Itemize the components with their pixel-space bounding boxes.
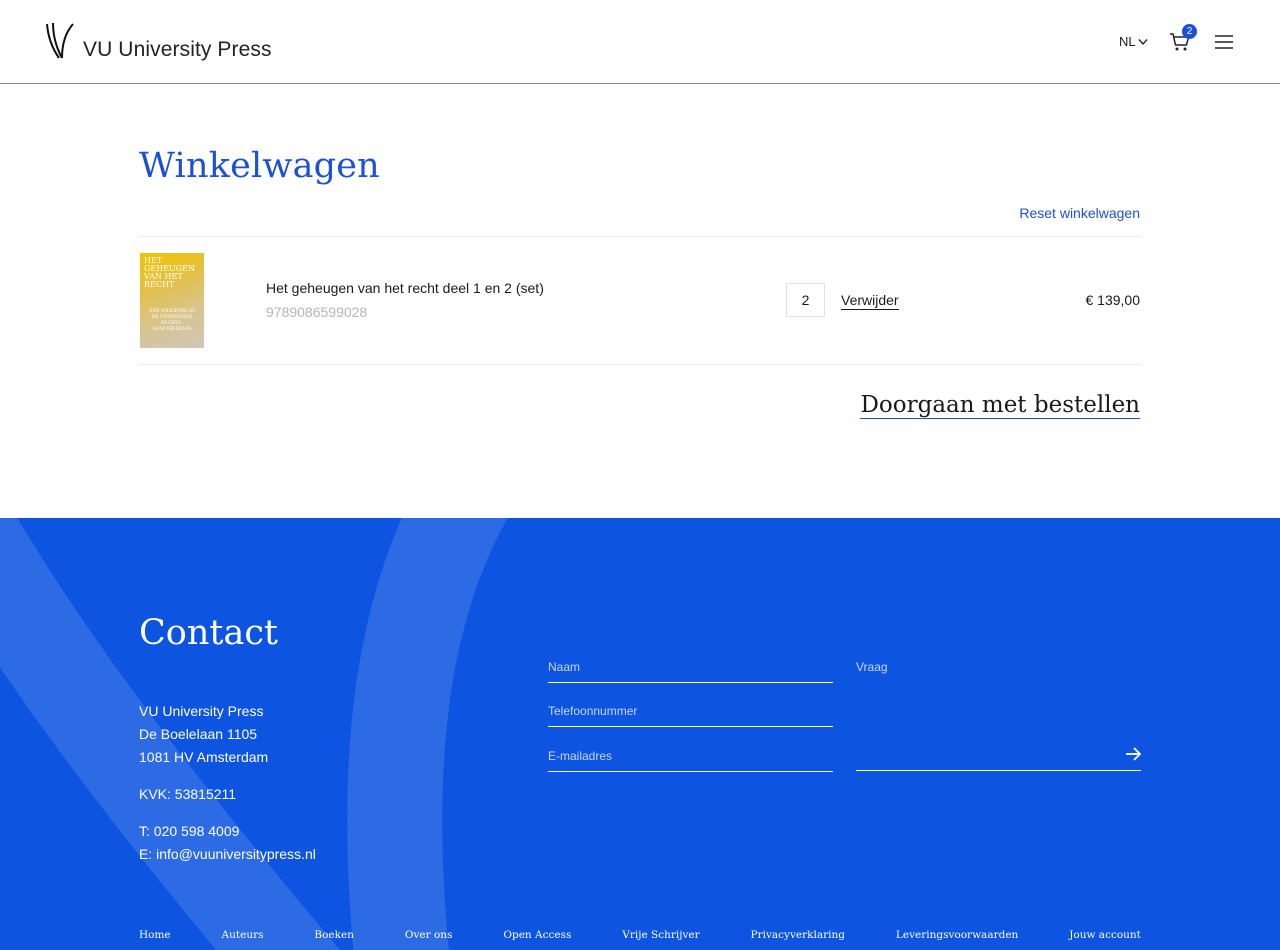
name-field[interactable]: Naam	[548, 658, 833, 683]
arrow-right-icon[interactable]	[1124, 745, 1142, 763]
footer-link-jouw-account[interactable]: Jouw account	[1069, 929, 1141, 941]
question-field[interactable]: Vraag	[856, 658, 1141, 771]
logo[interactable]: VU University Press	[44, 22, 272, 61]
logo-mark-icon	[46, 22, 74, 59]
item-title[interactable]: Het geheugen van het recht deel 1 en 2 (…	[266, 280, 544, 296]
page-title: Winkelwagen	[139, 146, 380, 186]
proceed-checkout-button[interactable]: Doorgaan met bestellen	[860, 392, 1140, 419]
book-cover[interactable]: HET GEHEUGEN VAN HET RECHT EEN INLEIDING…	[140, 253, 204, 348]
email-field[interactable]: E-mailadres	[548, 747, 833, 772]
question-field-placeholder: Vraag	[856, 660, 888, 674]
phone-number[interactable]: T: 020 598 4009	[139, 820, 316, 843]
footer-link-auteurs[interactable]: Auteurs	[222, 929, 264, 941]
email-address[interactable]: E: info@vuuniversitypress.nl	[139, 843, 316, 866]
footer-link-leveringsvoorwaarden[interactable]: Leveringsvoorwaarden	[896, 929, 1018, 941]
menu-icon[interactable]	[1214, 34, 1234, 50]
contact-details: T: 020 598 4009 E: info@vuuniversitypres…	[139, 820, 316, 866]
item-isbn: 9789086599028	[266, 304, 368, 320]
book-cover-subtitle: EEN INLEIDING IN DE UITWENDIGE RECHTS-GE…	[149, 309, 195, 332]
footer-link-home[interactable]: Home	[139, 929, 171, 941]
footer-link-privacyverklaring[interactable]: Privacyverklaring	[751, 929, 845, 941]
footer-link-boeken[interactable]: Boeken	[314, 929, 354, 941]
cart-count-badge: 2	[1182, 24, 1197, 39]
address-line: 1081 HV Amsterdam	[139, 749, 269, 765]
name-field-placeholder: Naam	[548, 660, 581, 674]
phone-field[interactable]: Telefoonnummer	[548, 702, 833, 727]
reset-cart-link[interactable]: Reset winkelwagen	[1019, 205, 1140, 221]
site-header: VU University Press NL 2	[0, 0, 1280, 84]
site-footer: Contact VU University Press De Boelelaan…	[0, 518, 1280, 950]
chevron-down-icon	[1138, 38, 1148, 45]
footer-nav: Home Auteurs Boeken Over ons Open Access…	[139, 929, 1141, 941]
divider	[139, 236, 1141, 237]
footer-link-over-ons[interactable]: Over ons	[405, 929, 453, 941]
footer-background-logo	[0, 518, 508, 950]
address-line: De Boelelaan 1105	[139, 726, 258, 742]
footer-link-open-access[interactable]: Open Access	[503, 929, 571, 941]
book-cover-title: HET GEHEUGEN VAN HET RECHT	[144, 256, 196, 289]
kvk-number: KVK: 53815211	[139, 786, 237, 802]
language-switcher[interactable]: NL	[1119, 34, 1148, 49]
phone-field-placeholder: Telefoonnummer	[548, 704, 638, 718]
remove-item-link[interactable]: Verwijder	[841, 292, 899, 310]
contact-title: Contact	[139, 613, 278, 653]
footer-link-vrije-schrijver[interactable]: Vrije Schrijver	[622, 929, 699, 941]
quantity-input[interactable]: 2	[786, 283, 825, 317]
email-field-placeholder: E-mailadres	[548, 749, 613, 763]
address-line: VU University Press	[139, 703, 264, 719]
logo-text: VU University Press	[83, 38, 272, 61]
address: VU University Press De Boelelaan 1105 10…	[139, 700, 268, 769]
language-label: NL	[1119, 34, 1136, 49]
divider	[139, 364, 1141, 365]
item-price: € 139,00	[1085, 292, 1141, 308]
